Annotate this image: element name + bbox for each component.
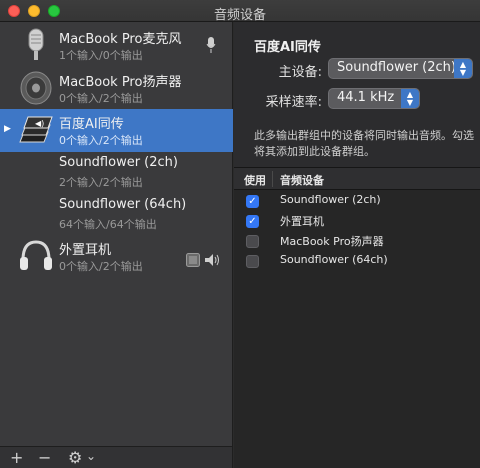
device-name: Soundflower (2ch) xyxy=(59,155,178,170)
device-io: 1个输入/0个输出 xyxy=(59,49,143,62)
device-item-baidu-ai[interactable]: ▶ ◀) 百度AI同传 0个输入/2个输出 xyxy=(0,109,233,152)
device-io: 0个输入/2个输出 xyxy=(59,260,143,273)
use-checkbox[interactable]: ✓ xyxy=(246,195,259,208)
device-name: 外置耳机 xyxy=(59,243,112,258)
popup-stepper-icon: ▲ ▼ xyxy=(401,89,419,108)
use-checkbox[interactable] xyxy=(246,255,259,268)
column-divider xyxy=(272,171,273,187)
popup-stepper-icon: ▲ ▼ xyxy=(454,59,472,78)
device-name: MacBook Pro麦克风 xyxy=(59,32,182,47)
master-device-value: Soundflower (2ch) xyxy=(337,60,456,75)
row-device-name: MacBook Pro扬声器 xyxy=(280,235,384,248)
finder-icon[interactable] xyxy=(186,253,200,267)
device-io: 0个输入/2个输出 xyxy=(59,92,143,105)
device-item-macbook-mic[interactable]: MacBook Pro麦克风 1个输入/0个输出 xyxy=(0,24,233,67)
master-device-label: 主设备: xyxy=(278,65,322,80)
title-bar: 音频设备 xyxy=(0,0,480,23)
device-item-external-headphones[interactable]: 外置耳机 0个输入/2个输出 xyxy=(0,235,233,278)
svg-text:◀): ◀) xyxy=(35,119,44,128)
row-device-name: Soundflower (2ch) xyxy=(280,193,381,206)
device-io: 2个输入/2个输出 xyxy=(59,176,143,189)
description-line: 将其添加到此设备群组。 xyxy=(254,145,375,158)
device-name: MacBook Pro扬声器 xyxy=(59,75,182,90)
sample-rate-label: 采样速率: xyxy=(265,95,322,110)
disclosure-triangle-icon[interactable]: ▶ xyxy=(4,124,11,134)
device-table: 使用 音频设备 ✓ Soundflower (2ch) ✓ 外置耳机 MacBo… xyxy=(234,167,480,468)
sample-rate-value: 44.1 kHz xyxy=(337,90,395,105)
use-checkbox[interactable] xyxy=(246,235,259,248)
description-line: 此多输出群组中的设备将同时输出音频。勾选 xyxy=(254,129,474,142)
gear-icon[interactable]: ⚙︎ xyxy=(68,448,82,467)
device-detail-pane: 百度AI同传 主设备: Soundflower (2ch) ▲ ▼ 采样速率: 4… xyxy=(234,22,480,468)
table-row[interactable]: MacBook Pro扬声器 xyxy=(234,231,480,251)
headphones-icon xyxy=(20,240,52,270)
device-name: 百度AI同传 xyxy=(59,117,124,132)
device-name: Soundflower (64ch) xyxy=(59,197,187,212)
volume-icon[interactable] xyxy=(205,253,221,267)
row-device-name: 外置耳机 xyxy=(280,215,324,228)
device-sidebar: MacBook Pro麦克风 1个输入/0个输出 MacBook Pro扬声器 … xyxy=(0,22,233,446)
column-header-use[interactable]: 使用 xyxy=(244,172,266,188)
device-io: 64个输入/64个输出 xyxy=(59,218,157,231)
table-row[interactable]: ✓ Soundflower (2ch) xyxy=(234,191,480,211)
add-device-button[interactable]: + xyxy=(10,448,23,467)
sidebar-toolbar: + − ⚙︎ ⌄ xyxy=(0,446,233,468)
row-device-name: Soundflower (64ch) xyxy=(280,253,388,266)
device-title: 百度AI同传 xyxy=(254,40,321,55)
aggregate-device-icon: ◀) xyxy=(19,116,53,143)
device-item-soundflower-2ch[interactable]: Soundflower (2ch) 2个输入/2个输出 xyxy=(0,151,233,194)
table-row[interactable]: ✓ 外置耳机 xyxy=(234,211,480,231)
sample-rate-popup[interactable]: 44.1 kHz ▲ ▼ xyxy=(328,88,420,109)
device-item-macbook-speaker[interactable]: MacBook Pro扬声器 0个输入/2个输出 xyxy=(0,67,233,110)
column-header-device[interactable]: 音频设备 xyxy=(280,172,324,188)
speaker-icon xyxy=(20,71,52,105)
use-checkbox[interactable]: ✓ xyxy=(246,215,259,228)
microphone-icon xyxy=(28,28,44,60)
table-header: 使用 音频设备 xyxy=(234,168,480,190)
device-io: 0个输入/2个输出 xyxy=(59,134,143,147)
gear-menu-chevron-icon[interactable]: ⌄ xyxy=(86,449,96,463)
mic-small-icon xyxy=(206,37,216,53)
window-title: 音频设备 xyxy=(213,8,266,23)
table-row[interactable]: Soundflower (64ch) xyxy=(234,251,480,271)
remove-device-button[interactable]: − xyxy=(38,448,51,467)
master-device-popup[interactable]: Soundflower (2ch) ▲ ▼ xyxy=(328,58,473,79)
description-text: 此多输出群组中的设备将同时输出音频。勾选 将其添加到此设备群组。 xyxy=(254,128,480,160)
device-item-soundflower-64ch[interactable]: Soundflower (64ch) 64个输入/64个输出 xyxy=(0,193,233,236)
